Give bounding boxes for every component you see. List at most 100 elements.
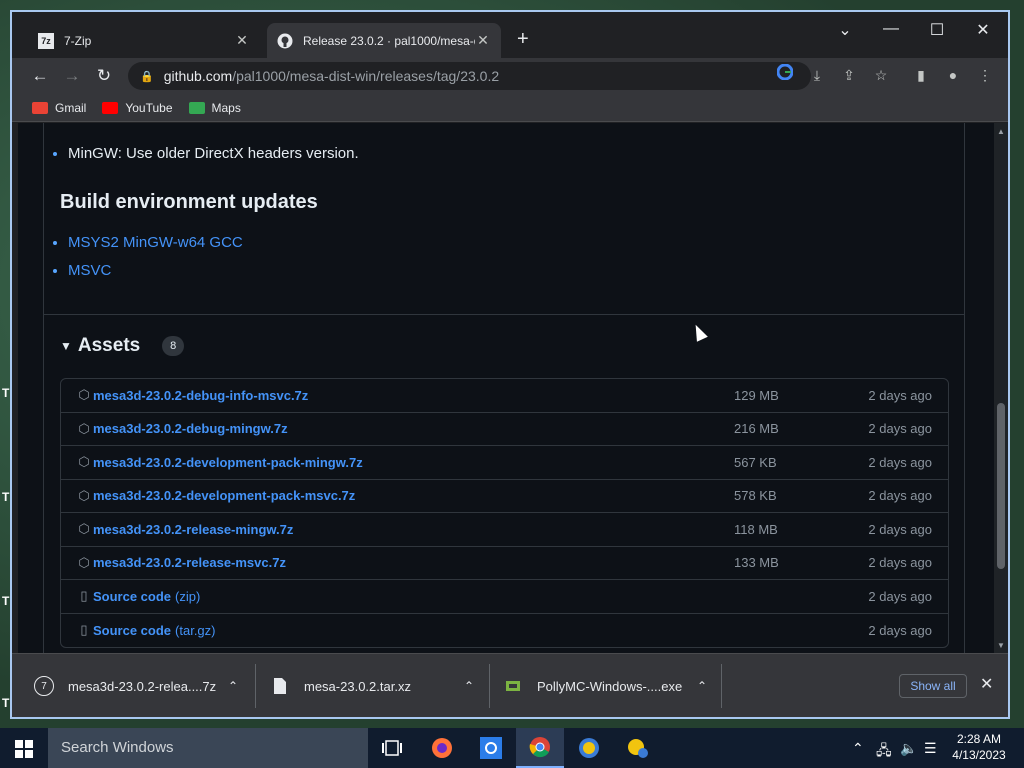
table-row: ▯ Source code (zip) 2 days ago [61, 580, 948, 614]
list-item-link[interactable]: MSVC [68, 257, 243, 285]
tab-github-release[interactable]: Release 23.0.2 · pal1000/mesa-dist-win ✕ [267, 23, 501, 58]
back-icon[interactable]: ← [28, 64, 52, 88]
asset-link[interactable]: mesa3d-23.0.2-debug-info-msvc.7z [93, 388, 308, 403]
close-downloads-icon[interactable]: ✕ [980, 674, 993, 694]
tab-search-icon[interactable]: ⌄ [830, 20, 860, 40]
asset-format[interactable]: (tar.gz) [175, 623, 215, 638]
youtube-icon [102, 101, 119, 114]
bookmark-youtube[interactable]: YouTube [102, 101, 173, 115]
chrome-icon[interactable] [516, 728, 564, 768]
menu-icon[interactable]: ⋮ [974, 64, 996, 86]
chevron-up-icon[interactable]: ⌃ [697, 679, 707, 693]
asset-size: 118 MB [734, 521, 778, 537]
bookmark-star-icon[interactable]: ☆ [870, 64, 892, 86]
tab-strip: 7z 7-Zip ✕ Release 23.0.2 · pal1000/mesa… [12, 12, 1008, 58]
url-host: github.com [163, 68, 233, 84]
download-item[interactable]: mesa-23.0.2.tar.xz ⌃ [270, 654, 474, 717]
assets-toggle[interactable]: ▼ Assets 8 [60, 335, 185, 357]
show-all-button[interactable]: Show all [899, 674, 967, 698]
asset-link[interactable]: mesa3d-23.0.2-release-mingw.7z [93, 522, 293, 537]
build-env-list: MSYS2 MinGW-w64 GCC MSVC [68, 229, 243, 285]
download-filename: mesa3d-23.0.2-relea....7z [68, 678, 217, 694]
firefox-icon[interactable] [418, 728, 466, 768]
close-tab-icon[interactable]: ✕ [475, 32, 491, 49]
scroll-up-icon[interactable]: ▲ [997, 127, 1005, 136]
task-view-icon[interactable] [368, 728, 416, 768]
scroll-down-icon[interactable]: ▼ [997, 641, 1005, 650]
package-icon: ⬡ [78, 454, 90, 470]
asset-date: 2 days ago [868, 588, 932, 604]
downloads-bar: 7 mesa3d-23.0.2-relea....7z ⌃ mesa-23.0.… [12, 653, 1008, 717]
close-tab-icon[interactable]: ✕ [234, 32, 250, 49]
settings-icon[interactable] [467, 728, 515, 768]
desktop-icon-label: T [2, 696, 10, 710]
minimize-icon[interactable]: — [876, 20, 906, 38]
taskbar-clock[interactable]: 2:28 AM 4/13/2023 [946, 731, 1012, 763]
download-filename: mesa-23.0.2.tar.xz [304, 678, 411, 694]
table-row: ⬡ mesa3d-23.0.2-debug-mingw.7z 216 MB 2 … [61, 413, 948, 446]
list-item-link[interactable]: MSYS2 MinGW-w64 GCC [68, 229, 243, 257]
divider [721, 664, 722, 708]
asset-link[interactable]: Source code [93, 589, 171, 604]
google-translate-icon[interactable] [774, 63, 796, 86]
file-zip-icon: ▯ [80, 588, 88, 604]
profile-icon[interactable]: ● [942, 64, 964, 86]
volume-muted-icon[interactable]: 🔈 [900, 740, 917, 757]
close-window-icon[interactable]: ✕ [968, 20, 998, 40]
browser-toolbar: ← → ↻ 🔒 github.com /pal1000/mesa-dist-wi… [12, 58, 1008, 94]
download-item[interactable]: PollyMC-Windows-....exe ⌃ [503, 654, 707, 717]
bookmark-maps[interactable]: Maps [188, 100, 241, 115]
windows-start-icon[interactable] [15, 740, 33, 763]
bookmarks-bar: Gmail YouTube Maps [12, 94, 1008, 122]
asset-link[interactable]: Source code [93, 623, 171, 638]
scrollbar-thumb[interactable] [997, 403, 1005, 569]
asset-link[interactable]: mesa3d-23.0.2-debug-mingw.7z [93, 421, 288, 436]
asset-link[interactable]: mesa3d-23.0.2-development-pack-mingw.7z [93, 455, 363, 470]
asset-size: 129 MB [734, 387, 779, 403]
table-row: ⬡ mesa3d-23.0.2-debug-info-msvc.7z 129 M… [61, 379, 948, 413]
lock-icon[interactable]: 🔒 [140, 70, 154, 83]
network-icon[interactable]: 🖧 [876, 740, 892, 764]
build-env-heading: Build environment updates [60, 191, 318, 213]
release-notes-list: MinGW: Use older DirectX headers version… [68, 140, 359, 168]
download-item[interactable]: 7 mesa3d-23.0.2-relea....7z ⌃ [34, 654, 238, 717]
asset-link[interactable]: mesa3d-23.0.2-development-pack-msvc.7z [93, 488, 355, 503]
table-row: ⬡ mesa3d-23.0.2-development-pack-mingw.7… [61, 446, 948, 480]
clock-time: 2:28 AM [956, 732, 1002, 746]
chevron-up-icon[interactable]: ⌃ [464, 679, 474, 693]
table-row: ⬡ mesa3d-23.0.2-release-msvc.7z 133 MB 2… [61, 547, 948, 580]
asset-link[interactable]: mesa3d-23.0.2-release-msvc.7z [93, 555, 286, 570]
side-panel-icon[interactable]: ▮ [910, 64, 932, 86]
chevron-up-icon[interactable]: ⌃ [852, 740, 864, 757]
desktop-icon-label: T [2, 490, 10, 504]
share-icon[interactable]: ⇪ [838, 64, 860, 86]
page-content: MinGW: Use older DirectX headers version… [18, 123, 994, 653]
asset-date: 2 days ago [868, 521, 932, 537]
asset-date: 2 days ago [868, 555, 932, 571]
package-icon: ⬡ [78, 420, 90, 436]
chevron-up-icon[interactable]: ⌃ [228, 679, 238, 693]
address-bar[interactable]: 🔒 github.com /pal1000/mesa-dist-win/rele… [128, 62, 811, 90]
caret-down-icon: ▼ [60, 339, 72, 353]
forward-icon[interactable]: → [60, 64, 84, 88]
package-icon: ⬡ [78, 554, 90, 570]
package-icon: ⬡ [78, 521, 90, 537]
action-center-icon[interactable]: ☰ [924, 740, 937, 757]
page-scrollbar[interactable]: ▲ ▼ [994, 123, 1008, 653]
asset-format[interactable]: (zip) [175, 589, 200, 604]
asset-size: 567 KB [734, 454, 777, 470]
asset-date: 2 days ago [868, 387, 932, 403]
bookmark-label: Maps [211, 100, 241, 115]
tab-title: Release 23.0.2 · pal1000/mesa-dist-win [303, 33, 475, 48]
maximize-icon[interactable]: ☐ [922, 20, 952, 40]
reload-icon[interactable]: ↻ [92, 64, 116, 88]
bookmark-gmail[interactable]: Gmail [32, 101, 86, 115]
install-app-icon[interactable]: ⤓ [806, 64, 828, 86]
new-tab-icon[interactable]: + [517, 28, 529, 51]
tab-7zip[interactable]: 7z 7-Zip ✕ [28, 23, 260, 58]
package-icon: ⬡ [78, 387, 90, 403]
app-icon[interactable] [614, 728, 662, 768]
desktop-icon-label: T [2, 386, 10, 400]
taskbar-search[interactable]: Search Windows [48, 728, 368, 768]
media-player-icon[interactable] [565, 728, 613, 768]
